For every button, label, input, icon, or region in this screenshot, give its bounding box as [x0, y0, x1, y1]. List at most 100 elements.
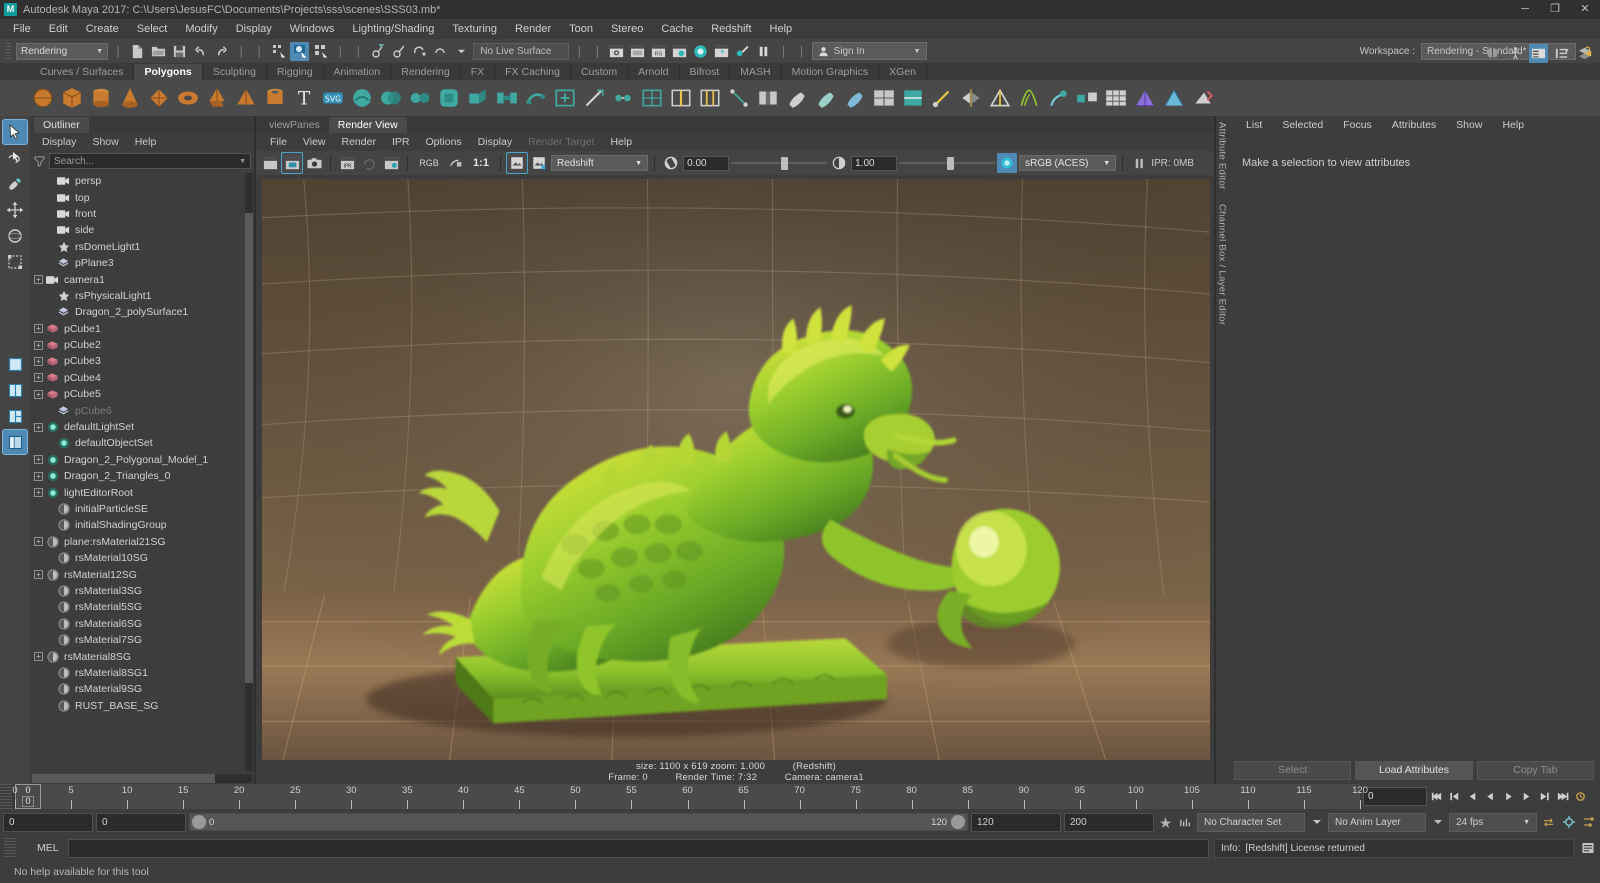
load-attributes-button[interactable]: Load Attributes [1355, 760, 1473, 780]
anim-end-field[interactable]: 200 [1064, 812, 1154, 832]
outliner-item[interactable]: + defaultLightSet [30, 419, 254, 435]
shelf-tab-sculpting[interactable]: Sculpting [203, 64, 267, 80]
menu-modify[interactable]: Modify [176, 19, 226, 39]
poly-quad-draw-icon[interactable] [639, 85, 665, 111]
outliner-scroll-thumb[interactable] [245, 213, 253, 683]
ipr-refresh-icon[interactable] [359, 153, 379, 173]
expand-toggle-icon[interactable]: + [34, 340, 43, 350]
gamma-icon[interactable] [829, 153, 849, 173]
hypershade-icon[interactable] [691, 42, 710, 61]
outliner-item[interactable]: persp [30, 173, 254, 189]
expand-toggle-icon[interactable]: + [34, 422, 43, 432]
render-view-tab-viewpanes[interactable]: viewPanes [260, 117, 329, 133]
poly-extrude-icon[interactable] [465, 85, 491, 111]
attribute-editor-vertical-tab[interactable]: Attribute Editor [1217, 122, 1228, 190]
keep-image-icon[interactable] [506, 152, 528, 174]
step-forward-key-icon[interactable] [1536, 787, 1553, 806]
outliner-item[interactable]: + pCube3 [30, 353, 254, 369]
character-set-dropdown-icon[interactable] [1308, 813, 1325, 832]
expand-toggle-icon[interactable]: + [34, 373, 43, 383]
outliner-tree[interactable]: persp top front side rsDomeLight1 pPlane3 + cam… [30, 171, 254, 773]
fps-selector[interactable]: 24 fps ▼ [1449, 812, 1537, 832]
menu-set-selector[interactable]: Rendering ▼ [16, 42, 108, 60]
outliner-item[interactable]: initialParticleSE [30, 501, 254, 517]
poly-cone-icon[interactable] [117, 85, 143, 111]
render-sequence-icon[interactable] [670, 42, 689, 61]
select-button[interactable]: Select [1234, 760, 1352, 780]
shelf-tab-fx-caching[interactable]: FX Caching [495, 64, 571, 80]
step-forward-frame-icon[interactable] [1518, 787, 1535, 806]
snap-to-projected-center-icon[interactable] [431, 42, 450, 61]
poly-text-icon[interactable]: T [291, 85, 317, 111]
outliner-item[interactable]: rsMaterial8SG1 [30, 665, 254, 681]
save-scene-button[interactable] [170, 42, 189, 61]
maximize-icon[interactable]: ❐ [1540, 0, 1570, 19]
redo-previous-render-icon[interactable] [260, 153, 280, 173]
render-view-menu-render[interactable]: Render [334, 133, 384, 151]
poly-sphere-icon[interactable] [30, 85, 56, 111]
range-start-field[interactable]: 0 [3, 812, 93, 832]
anim-start-field[interactable]: 120 [971, 812, 1061, 832]
new-scene-button[interactable] [128, 42, 147, 61]
shelf-tab-xgen[interactable]: XGen [879, 64, 927, 80]
anim-layer-dropdown-icon[interactable] [1429, 813, 1446, 832]
render-view-menu-display[interactable]: Display [470, 133, 520, 151]
poly-smooth-icon[interactable] [523, 85, 549, 111]
exposure-field[interactable]: 0.00 [683, 155, 730, 171]
time-slider-grip[interactable] [0, 784, 12, 809]
poly-pipe-icon[interactable] [262, 85, 288, 111]
render-view-menu-options[interactable]: Options [417, 133, 469, 151]
shelf-tab-motion-graphics[interactable]: Motion Graphics [782, 64, 880, 80]
render-view-menu-file[interactable]: File [262, 133, 295, 151]
animation-settings-icon[interactable] [1560, 813, 1577, 832]
color-management-toggle-icon[interactable] [997, 153, 1018, 173]
shelf-tab-mash[interactable]: MASH [730, 64, 782, 80]
scale-tool-icon[interactable] [3, 250, 27, 274]
attribute-editor-menu-attributes[interactable]: Attributes [1382, 116, 1446, 135]
expand-toggle-icon[interactable]: + [34, 356, 43, 366]
expand-toggle-icon[interactable]: + [34, 324, 43, 334]
move-tool-icon[interactable] [3, 198, 27, 222]
poly-append-icon[interactable] [552, 85, 578, 111]
poly-pyramid-icon[interactable] [233, 85, 259, 111]
redo-button[interactable] [212, 42, 231, 61]
outliner-item[interactable]: + pCube5 [30, 386, 254, 402]
go-to-start-icon[interactable] [1428, 787, 1445, 806]
shelf-tab-curves-surfaces[interactable]: Curves / Surfaces [30, 64, 135, 80]
select-tool-icon[interactable] [2, 119, 28, 145]
snap-to-point-icon[interactable] [410, 42, 429, 61]
snap-to-grid-icon[interactable] [368, 42, 387, 61]
outliner-item[interactable]: top [30, 189, 254, 205]
step-back-key-icon[interactable] [1446, 787, 1463, 806]
xgen-icon[interactable] [1016, 85, 1042, 111]
poly-prism-icon[interactable] [204, 85, 230, 111]
command-language-label[interactable]: MEL [23, 842, 63, 854]
render-region-icon[interactable] [281, 152, 303, 174]
renderer-selector[interactable]: Redshift ▼ [551, 155, 649, 171]
time-slider-ruler[interactable]: 0 0 0 5 10 15 20 25 30 35 40 45 50 55 60 65 70 75 80 85 90… [12, 784, 1368, 809]
reduce-mesh-icon[interactable] [1132, 85, 1158, 111]
ipr-render-icon[interactable] [628, 42, 647, 61]
outliner-item[interactable]: + rsMaterial12SG [30, 566, 254, 582]
expand-toggle-icon[interactable]: + [34, 652, 43, 662]
play-backwards-icon[interactable] [1482, 787, 1499, 806]
shelf-tab-rendering[interactable]: Rendering [391, 64, 461, 80]
expand-toggle-icon[interactable]: + [34, 488, 43, 498]
hscroll-thumb[interactable] [32, 774, 215, 783]
snap-together-icon[interactable] [1074, 85, 1100, 111]
outliner-item[interactable]: initialShadingGroup [30, 517, 254, 533]
uv-editor-icon[interactable] [871, 85, 897, 111]
menu-edit[interactable]: Edit [40, 19, 77, 39]
outliner-layout-icon[interactable] [2, 429, 28, 455]
remove-image-icon[interactable] [529, 153, 549, 173]
outliner-item[interactable]: + lightEditorRoot [30, 484, 254, 500]
poly-cleanup-icon[interactable] [1190, 85, 1216, 111]
shelf-tab-animation[interactable]: Animation [324, 64, 392, 80]
poly-cube-icon[interactable] [59, 85, 85, 111]
pause-render-icon[interactable] [1129, 153, 1149, 173]
outliner-item[interactable]: rsMaterial5SG [30, 599, 254, 615]
current-frame-indicator[interactable]: 0 0 [15, 784, 41, 809]
range-slider-start-knob[interactable] [192, 815, 206, 829]
outliner-item[interactable]: + pCube2 [30, 337, 254, 353]
menu-lighting-shading[interactable]: Lighting/Shading [343, 19, 443, 39]
